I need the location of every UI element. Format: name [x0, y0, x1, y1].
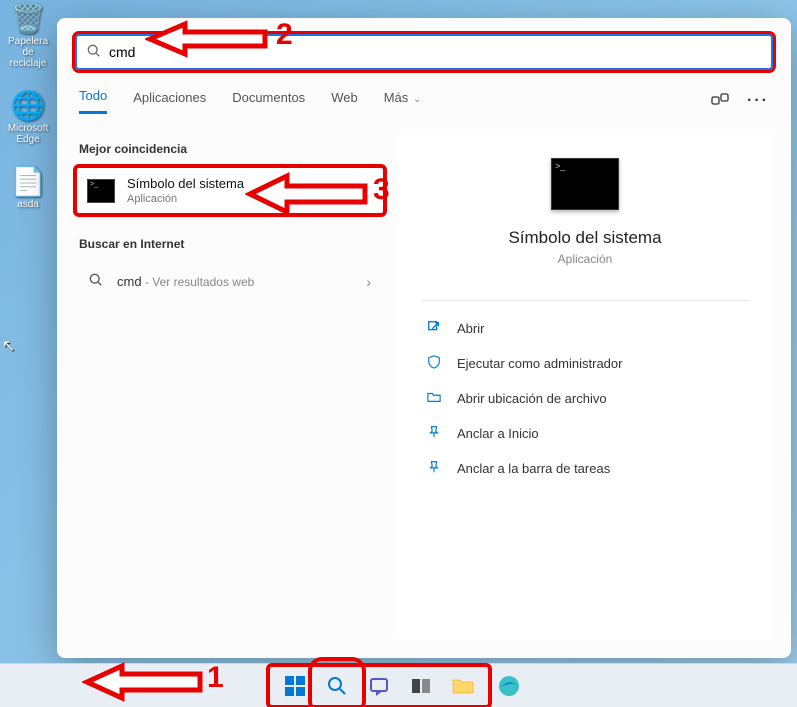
web-term: cmd	[117, 274, 142, 289]
taskbar-search-button[interactable]	[318, 667, 356, 705]
taskbar-task-view-button[interactable]	[402, 667, 440, 705]
results-column: Mejor coincidencia Símbolo del sistema A…	[75, 130, 385, 640]
web-search-result[interactable]: cmd - Ver resultados web ›	[75, 261, 385, 302]
action-pin-start[interactable]: Anclar a Inicio	[421, 416, 749, 451]
action-pin-taskbar[interactable]: Anclar a la barra de tareas	[421, 451, 749, 486]
task-view-icon	[411, 676, 431, 696]
tab-apps[interactable]: Aplicaciones	[133, 90, 206, 113]
search-box[interactable]	[75, 34, 773, 70]
search-icon	[89, 273, 103, 290]
taskbar-chat-button[interactable]	[360, 667, 398, 705]
edge-icon	[498, 675, 520, 697]
divider	[421, 300, 749, 301]
search-panel: Todo Aplicaciones Documentos Web Más ⌄ ·…	[57, 18, 791, 658]
detail-panel: Símbolo del sistema Aplicación Abrir Eje…	[397, 130, 773, 640]
internet-heading: Buscar en Internet	[79, 237, 385, 251]
action-open[interactable]: Abrir	[421, 311, 749, 346]
cmd-app-icon-large	[551, 158, 619, 210]
more-options-icon[interactable]: ···	[747, 92, 769, 110]
detail-subtitle: Aplicación	[558, 252, 613, 266]
search-icon	[87, 44, 101, 61]
taskbar	[0, 663, 797, 707]
shield-icon	[425, 355, 443, 372]
folder-icon	[425, 390, 443, 407]
web-suffix: - Ver resultados web	[142, 275, 255, 289]
result-subtitle: Aplicación	[127, 193, 244, 205]
tab-more[interactable]: Más ⌄	[384, 90, 422, 113]
chevron-down-icon: ⌄	[410, 94, 421, 105]
taskbar-explorer-button[interactable]	[444, 667, 482, 705]
action-open-location[interactable]: Abrir ubicación de archivo	[421, 381, 749, 416]
text-file-icon[interactable]: 📄 asda	[4, 163, 52, 210]
chat-icon	[369, 676, 389, 696]
tab-web[interactable]: Web	[331, 90, 358, 113]
desktop-icons: 🗑️ Papelera de reciclaje 🌐 Microsoft Edg…	[4, 0, 52, 210]
pin-icon	[425, 460, 443, 477]
edge-icon[interactable]: 🌐 Microsoft Edge	[4, 87, 52, 145]
recycle-bin-icon[interactable]: 🗑️ Papelera de reciclaje	[4, 0, 52, 69]
open-icon	[425, 320, 443, 337]
windows-logo-icon	[285, 676, 305, 696]
search-tabs: Todo Aplicaciones Documentos Web Más ⌄ ·…	[57, 70, 791, 124]
mouse-cursor: ↖	[2, 336, 15, 356]
detail-title: Símbolo del sistema	[508, 228, 661, 248]
chevron-right-icon: ›	[366, 274, 371, 290]
search-input[interactable]	[109, 44, 761, 60]
action-run-admin[interactable]: Ejecutar como administrador	[421, 346, 749, 381]
cmd-app-icon	[87, 179, 115, 203]
taskbar-edge-button[interactable]	[490, 667, 528, 705]
tab-docs[interactable]: Documentos	[232, 90, 305, 113]
start-button[interactable]	[276, 667, 314, 705]
best-match-heading: Mejor coincidencia	[79, 142, 385, 156]
folder-icon	[452, 677, 474, 695]
pin-icon	[425, 425, 443, 442]
best-match-result[interactable]: Símbolo del sistema Aplicación	[75, 166, 385, 215]
search-icon	[327, 676, 347, 696]
connector-icon[interactable]	[711, 90, 729, 113]
tab-all[interactable]: Todo	[79, 88, 107, 114]
result-title: Símbolo del sistema	[127, 176, 244, 191]
